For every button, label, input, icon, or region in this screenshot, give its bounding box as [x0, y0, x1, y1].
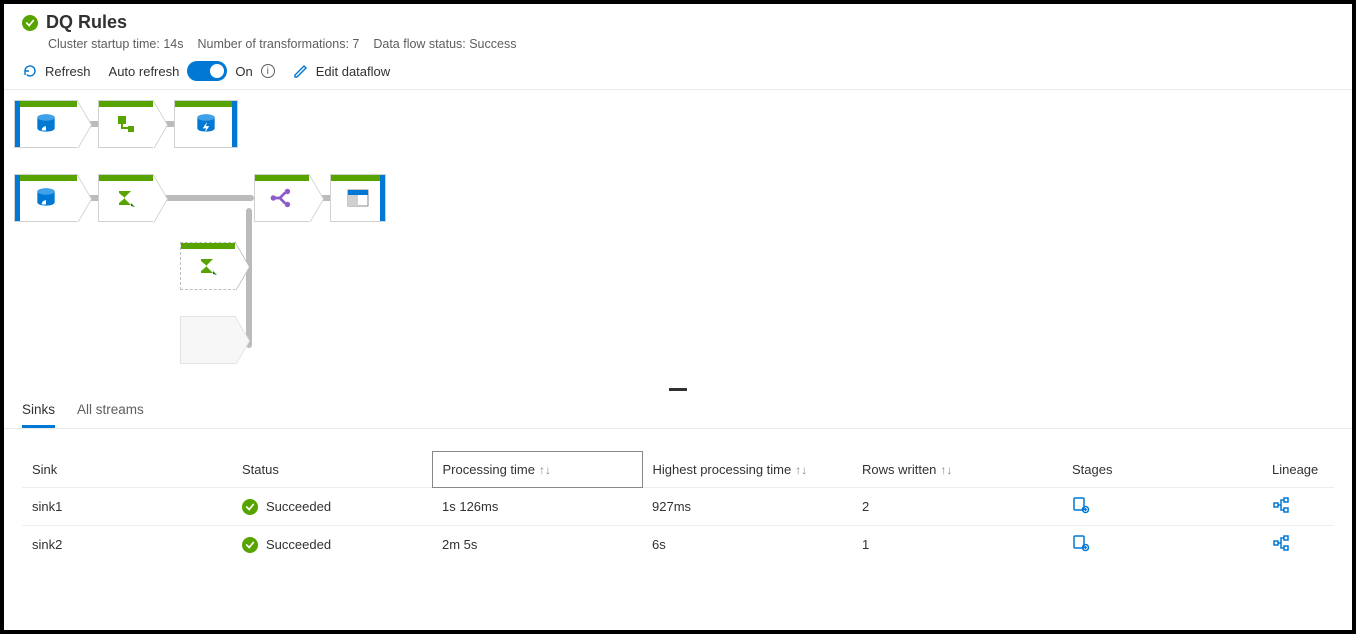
table-sink-icon	[344, 184, 372, 212]
cell-stages[interactable]	[1062, 526, 1262, 564]
col-rows-written[interactable]: Rows written↑↓	[852, 452, 1062, 488]
stages-icon[interactable]	[1072, 502, 1090, 517]
pane-splitter[interactable]	[669, 388, 687, 391]
edit-dataflow-label: Edit dataflow	[316, 64, 390, 79]
cell-lineage[interactable]	[1262, 488, 1334, 526]
node-split[interactable]	[254, 174, 310, 222]
node-aggregate-1[interactable]	[98, 174, 154, 222]
node-source-db-1[interactable]	[14, 100, 78, 148]
tab-sinks[interactable]: Sinks	[22, 396, 55, 428]
col-highest-processing-time[interactable]: Highest processing time↑↓	[642, 452, 852, 488]
cluster-startup-text: Cluster startup time: 14s	[48, 37, 183, 51]
col-processing-time[interactable]: Processing time↑↓	[432, 452, 642, 488]
success-icon	[242, 537, 258, 553]
cell-processing-time: 2m 5s	[432, 526, 642, 564]
sigma-icon	[194, 252, 222, 280]
sort-icon: ↑↓	[795, 463, 807, 477]
refresh-icon	[22, 63, 38, 79]
edit-icon	[293, 63, 309, 79]
sigma-icon	[112, 184, 140, 212]
cell-rows: 2	[852, 488, 1062, 526]
node-aggregate-2[interactable]	[180, 242, 236, 290]
dataflow-diagram[interactable]	[4, 90, 1352, 390]
cell-lineage[interactable]	[1262, 526, 1334, 564]
sinks-table: Sink Status Processing time↑↓ Highest pr…	[22, 451, 1334, 563]
flow-status-text: Data flow status: Success	[373, 37, 516, 51]
cell-highest: 6s	[642, 526, 852, 564]
refresh-label: Refresh	[45, 64, 91, 79]
edit-dataflow-button[interactable]: Edit dataflow	[293, 63, 390, 79]
col-sink[interactable]: Sink	[22, 452, 232, 488]
auto-refresh-toggle[interactable]	[187, 61, 227, 81]
success-icon	[242, 499, 258, 515]
split-icon	[268, 184, 296, 212]
info-icon[interactable]: i	[261, 64, 275, 78]
page-title: DQ Rules	[46, 12, 127, 33]
col-stages[interactable]: Stages	[1062, 452, 1262, 488]
node-transform-1[interactable]	[98, 100, 154, 148]
auto-refresh-label: Auto refresh	[109, 64, 180, 79]
success-icon	[22, 15, 38, 31]
col-status[interactable]: Status	[232, 452, 432, 488]
lineage-icon[interactable]	[1272, 540, 1290, 555]
node-source-db-2[interactable]	[14, 174, 78, 222]
transform-icon	[112, 110, 140, 138]
transformations-text: Number of transformations: 7	[197, 37, 359, 51]
cell-stages[interactable]	[1062, 488, 1262, 526]
database-icon	[32, 184, 60, 212]
node-sink-lightning[interactable]	[174, 100, 238, 148]
sort-icon: ↑↓	[940, 463, 952, 477]
cell-status: Succeeded	[232, 488, 432, 526]
cell-processing-time: 1s 126ms	[432, 488, 642, 526]
cell-sink: sink1	[22, 488, 232, 526]
auto-refresh-value: On	[235, 64, 252, 79]
database-lightning-icon	[192, 110, 220, 138]
database-icon	[32, 110, 60, 138]
node-placeholder[interactable]	[180, 316, 236, 364]
cell-highest: 927ms	[642, 488, 852, 526]
node-sink-table[interactable]	[330, 174, 386, 222]
col-lineage[interactable]: Lineage	[1262, 452, 1334, 488]
cell-status: Succeeded	[232, 526, 432, 564]
refresh-button[interactable]: Refresh	[22, 63, 91, 79]
table-row[interactable]: sink2 Succeeded 2m 5s 6s 1	[22, 526, 1334, 564]
stages-icon[interactable]	[1072, 540, 1090, 555]
sort-icon: ↑↓	[539, 463, 551, 477]
cell-sink: sink2	[22, 526, 232, 564]
cell-rows: 1	[852, 526, 1062, 564]
table-row[interactable]: sink1 Succeeded 1s 126ms 927ms 2	[22, 488, 1334, 526]
lineage-icon[interactable]	[1272, 502, 1290, 517]
tab-all-streams[interactable]: All streams	[77, 396, 144, 428]
